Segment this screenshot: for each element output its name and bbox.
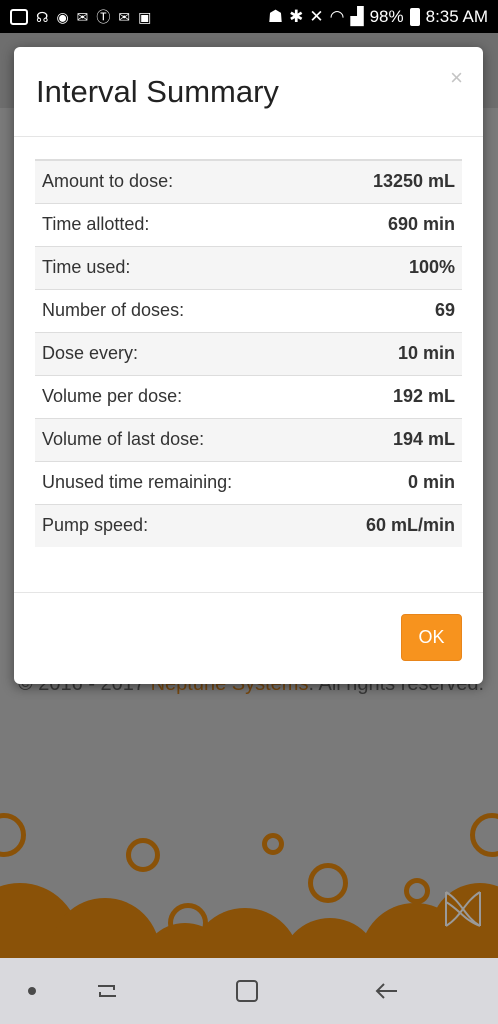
clock: 8:35 AM [425,6,488,26]
summary-label: Number of doses: [35,289,319,333]
dialog-footer: OK [14,593,483,683]
summary-row: Unused time remaining: 0 min [35,461,462,505]
summary-row: Time allotted: 690 min [35,203,462,247]
signal-icon: ▟ [350,6,364,26]
summary-table: Amount to dose: 13250 mL Time allotted: 690… [35,159,462,547]
android-icon: ☗ [267,6,284,26]
bubble-decoration [0,803,498,958]
battery-percent: 98% [369,6,404,26]
summary-value: 10 min [318,332,462,376]
bluetooth-icon: ✱ [289,6,304,26]
system-icons: ☗ ✱ ✕ ◠ ▟ 98% 8:35 AM [268,7,488,27]
summary-row: Time used: 100% [35,246,462,290]
summary-value: 0 min [318,461,462,505]
summary-value: 690 min [318,203,462,247]
navigation-bar [0,958,498,1024]
tumblr-icon: Ⓣ [96,8,111,25]
summary-row: Dose every: 10 min [35,332,462,376]
mute-icon: ✕ [309,6,324,26]
dialog-title: Interval Summary [36,74,279,109]
home-icon[interactable] [232,976,262,1006]
dialog-header: Interval Summary × [14,47,483,137]
close-icon[interactable]: × [450,65,463,91]
back-icon[interactable] [372,976,402,1006]
interval-summary-dialog: Interval Summary × Amount to dose: 13250 … [14,47,483,684]
summary-row: Pump speed: 60 mL/min [35,504,462,547]
summary-value: 192 mL [318,375,462,419]
battery-icon [409,7,420,26]
neptune-logo-icon [445,891,481,927]
email-icon: ✉ [118,8,131,25]
summary-value: 69 [318,289,462,333]
ok-button[interactable]: OK [401,614,462,661]
summary-row: Number of doses: 69 [35,289,462,333]
summary-label: Pump speed: [42,515,149,536]
status-bar: ☊ ◉ ✉ Ⓣ ✉ ▣ ☗ ✱ ✕ ◠ ▟ 98% 8:35 AM [0,0,498,33]
summary-label: Amount to dose: [35,160,319,204]
summary-row: Volume per dose: 192 mL [35,375,462,419]
summary-label: Time used: [35,246,319,290]
summary-row: Amount to dose: 13250 mL [35,160,462,204]
summary-row: Volume of last dose: 194 mL [35,418,462,462]
dialog-body: Amount to dose: 13250 mL Time allotted: 690… [14,137,483,593]
nav-dot-icon[interactable] [28,987,36,995]
wifi-icon: ◠ [329,6,345,26]
summary-label: Volume of last dose: [35,418,319,462]
tv-icon: ☊ [36,8,49,25]
facebook-icon: ▣ [138,8,152,25]
messenger-icon: ◉ [56,8,69,25]
summary-value: 13250 mL [318,160,462,204]
messages-icon [10,8,28,25]
summary-label: Time allotted: [35,203,319,247]
summary-value: 194 mL [318,418,462,462]
recent-apps-icon[interactable] [92,976,122,1006]
email-icon: ✉ [76,8,89,25]
summary-value: 100% [318,246,462,290]
summary-value: 60 mL/min [365,515,455,536]
summary-label: Dose every: [35,332,319,376]
summary-label: Volume per dose: [35,375,319,419]
summary-label: Unused time remaining: [35,461,319,505]
notification-icons: ☊ ◉ ✉ Ⓣ ✉ ▣ [10,8,152,25]
